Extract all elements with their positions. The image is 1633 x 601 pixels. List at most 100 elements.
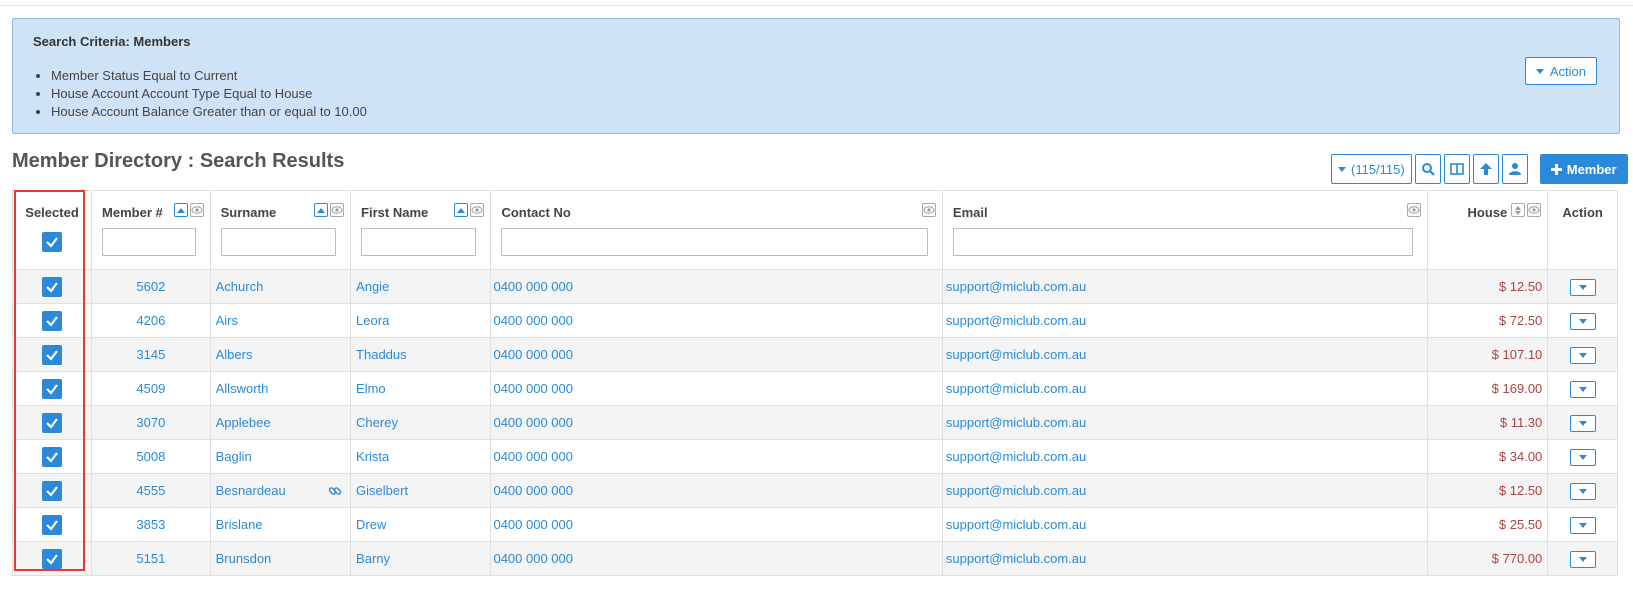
contact-no-cell[interactable]: 0400 000 000 [490,337,943,372]
link-icon[interactable] [328,484,342,498]
surname-cell[interactable]: Besnardeau [209,473,352,508]
row-action-button[interactable] [1569,414,1596,432]
row-select-checkbox[interactable] [42,446,63,467]
member-no-cell[interactable]: 5151 [91,541,211,576]
sort-asc-icon[interactable] [314,203,329,217]
table-row[interactable]: 3070 Applebee Cherey 0400 000 000 support@mi… [11,405,1618,440]
surname-text[interactable]: Achurch [216,279,264,294]
table-row[interactable]: 4509 Allsworth Elmo 0400 000 000 support@mic… [11,371,1618,406]
surname-cell[interactable]: Airs [209,303,352,338]
email-cell[interactable]: support@miclub.com.au [941,507,1428,542]
first-name-cell[interactable]: Cherey [350,405,492,440]
member-no-cell[interactable]: 5008 [91,439,211,474]
criteria-action-button[interactable]: Action [1524,57,1597,85]
select-all-checkbox[interactable] [42,232,63,252]
contact-no-cell[interactable]: 0400 000 000 [490,507,943,542]
sort-both-icon[interactable] [1511,203,1526,217]
row-action-button[interactable] [1569,278,1596,296]
surname-cell[interactable]: Albers [209,337,352,372]
contact-no-cell[interactable]: 0400 000 000 [490,405,943,440]
table-row[interactable]: 3145 Albers Thaddus 0400 000 000 support@mic… [11,337,1618,372]
row-select-checkbox[interactable] [42,548,63,569]
eye-icon[interactable] [330,203,345,217]
member-no-cell[interactable]: 4206 [91,303,211,338]
row-action-button[interactable] [1569,312,1596,330]
first-name-cell[interactable]: Thaddus [350,337,492,372]
email-cell[interactable]: support@miclub.com.au [941,473,1428,508]
email-cell[interactable]: support@miclub.com.au [941,269,1428,304]
sort-asc-icon[interactable] [173,203,188,217]
table-row[interactable]: 4206 Airs Leora 0400 000 000 support@miclub.… [11,303,1618,338]
row-select-checkbox[interactable] [42,514,63,535]
surname-text[interactable]: Brislane [216,517,263,532]
table-row[interactable]: 3853 Brislane Drew 0400 000 000 support@micl… [11,507,1618,542]
member-no-cell[interactable]: 4555 [91,473,211,508]
surname-cell[interactable]: Brislane [209,507,352,542]
email-cell[interactable]: support@miclub.com.au [941,439,1428,474]
filter-surname-input[interactable] [220,228,337,256]
email-cell[interactable]: support@miclub.com.au [941,371,1428,406]
search-button[interactable] [1414,154,1441,184]
first-name-cell[interactable]: Leora [350,303,492,338]
email-cell[interactable]: support@miclub.com.au [941,405,1428,440]
result-count-dropdown[interactable]: (115/115) [1331,154,1412,184]
columns-button[interactable] [1443,154,1470,184]
eye-icon[interactable] [189,203,204,217]
email-cell[interactable]: support@miclub.com.au [941,541,1428,576]
surname-text[interactable]: Allsworth [216,381,269,396]
surname-cell[interactable]: Applebee [209,405,352,440]
row-action-button[interactable] [1569,448,1596,466]
contact-no-cell[interactable]: 0400 000 000 [490,303,943,338]
filter-member-no-input[interactable] [102,228,196,256]
surname-text[interactable]: Albers [216,347,253,362]
sort-asc-icon[interactable] [454,203,469,217]
surname-cell[interactable]: Baglin [209,439,352,474]
contact-no-cell[interactable]: 0400 000 000 [490,371,943,406]
row-select-checkbox[interactable] [42,310,63,331]
member-no-cell[interactable]: 5602 [91,269,211,304]
table-row[interactable]: 5151 Brunsdon Barny 0400 000 000 support@mic… [11,541,1618,576]
first-name-cell[interactable]: Barny [350,541,492,576]
surname-text[interactable]: Brunsdon [216,551,272,566]
member-no-cell[interactable]: 4509 [91,371,211,406]
first-name-cell[interactable]: Giselbert [350,473,492,508]
row-action-button[interactable] [1569,516,1596,534]
surname-text[interactable]: Baglin [216,449,252,464]
row-action-button[interactable] [1569,346,1596,364]
eye-icon[interactable] [1527,203,1542,217]
eye-icon[interactable] [470,203,485,217]
filter-first-name-input[interactable] [361,228,477,256]
contact-no-cell[interactable]: 0400 000 000 [490,541,943,576]
surname-cell[interactable]: Brunsdon [209,541,352,576]
table-row[interactable]: 5602 Achurch Angie 0400 000 000 support@micl… [11,269,1618,304]
first-name-cell[interactable]: Drew [350,507,492,542]
add-member-button[interactable]: Member [1539,154,1628,184]
row-select-checkbox[interactable] [42,276,63,297]
row-select-checkbox[interactable] [42,480,63,501]
eye-icon[interactable] [921,203,936,217]
member-no-cell[interactable]: 3853 [91,507,211,542]
row-select-checkbox[interactable] [42,378,63,399]
contact-no-cell[interactable]: 0400 000 000 [490,473,943,508]
surname-text[interactable]: Applebee [216,415,271,430]
row-action-button[interactable] [1569,482,1596,500]
first-name-cell[interactable]: Elmo [350,371,492,406]
surname-text[interactable]: Besnardeau [216,483,286,498]
contact-no-cell[interactable]: 0400 000 000 [490,269,943,304]
member-no-cell[interactable]: 3070 [91,405,211,440]
member-no-cell[interactable]: 3145 [91,337,211,372]
table-row[interactable]: 4555 Besnardeau Giselbert 0400 000 000 suppo… [11,473,1618,508]
email-cell[interactable]: support@miclub.com.au [941,303,1428,338]
filter-contact-no-input[interactable] [501,228,928,256]
row-action-button[interactable] [1569,380,1596,398]
row-action-button[interactable] [1569,550,1596,568]
table-row[interactable]: 5008 Baglin Krista 0400 000 000 support@micl… [11,439,1618,474]
surname-text[interactable]: Airs [216,313,238,328]
email-cell[interactable]: support@miclub.com.au [941,337,1428,372]
eye-icon[interactable] [1406,203,1421,217]
row-select-checkbox[interactable] [42,344,63,365]
first-name-cell[interactable]: Krista [350,439,492,474]
first-name-cell[interactable]: Angie [350,269,492,304]
row-select-checkbox[interactable] [42,412,63,433]
filter-email-input[interactable] [952,228,1413,256]
